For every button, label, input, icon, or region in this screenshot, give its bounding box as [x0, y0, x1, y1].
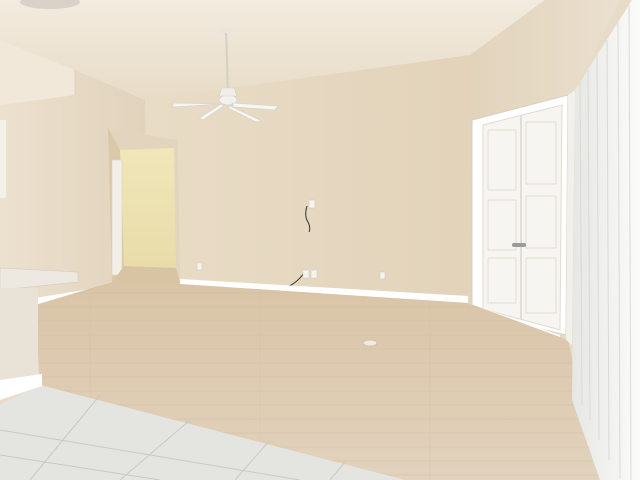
floor-vent	[362, 339, 378, 347]
wall-box-icon	[308, 199, 316, 209]
room-scene	[0, 0, 640, 480]
door-handle[interactable]	[512, 243, 526, 247]
hallway-back-wall	[120, 148, 176, 268]
outlet-icon	[302, 269, 310, 279]
hallway-door	[111, 159, 123, 276]
double-door-icon[interactable]	[482, 104, 563, 331]
room-photo	[0, 0, 640, 480]
counter-base	[0, 288, 38, 388]
